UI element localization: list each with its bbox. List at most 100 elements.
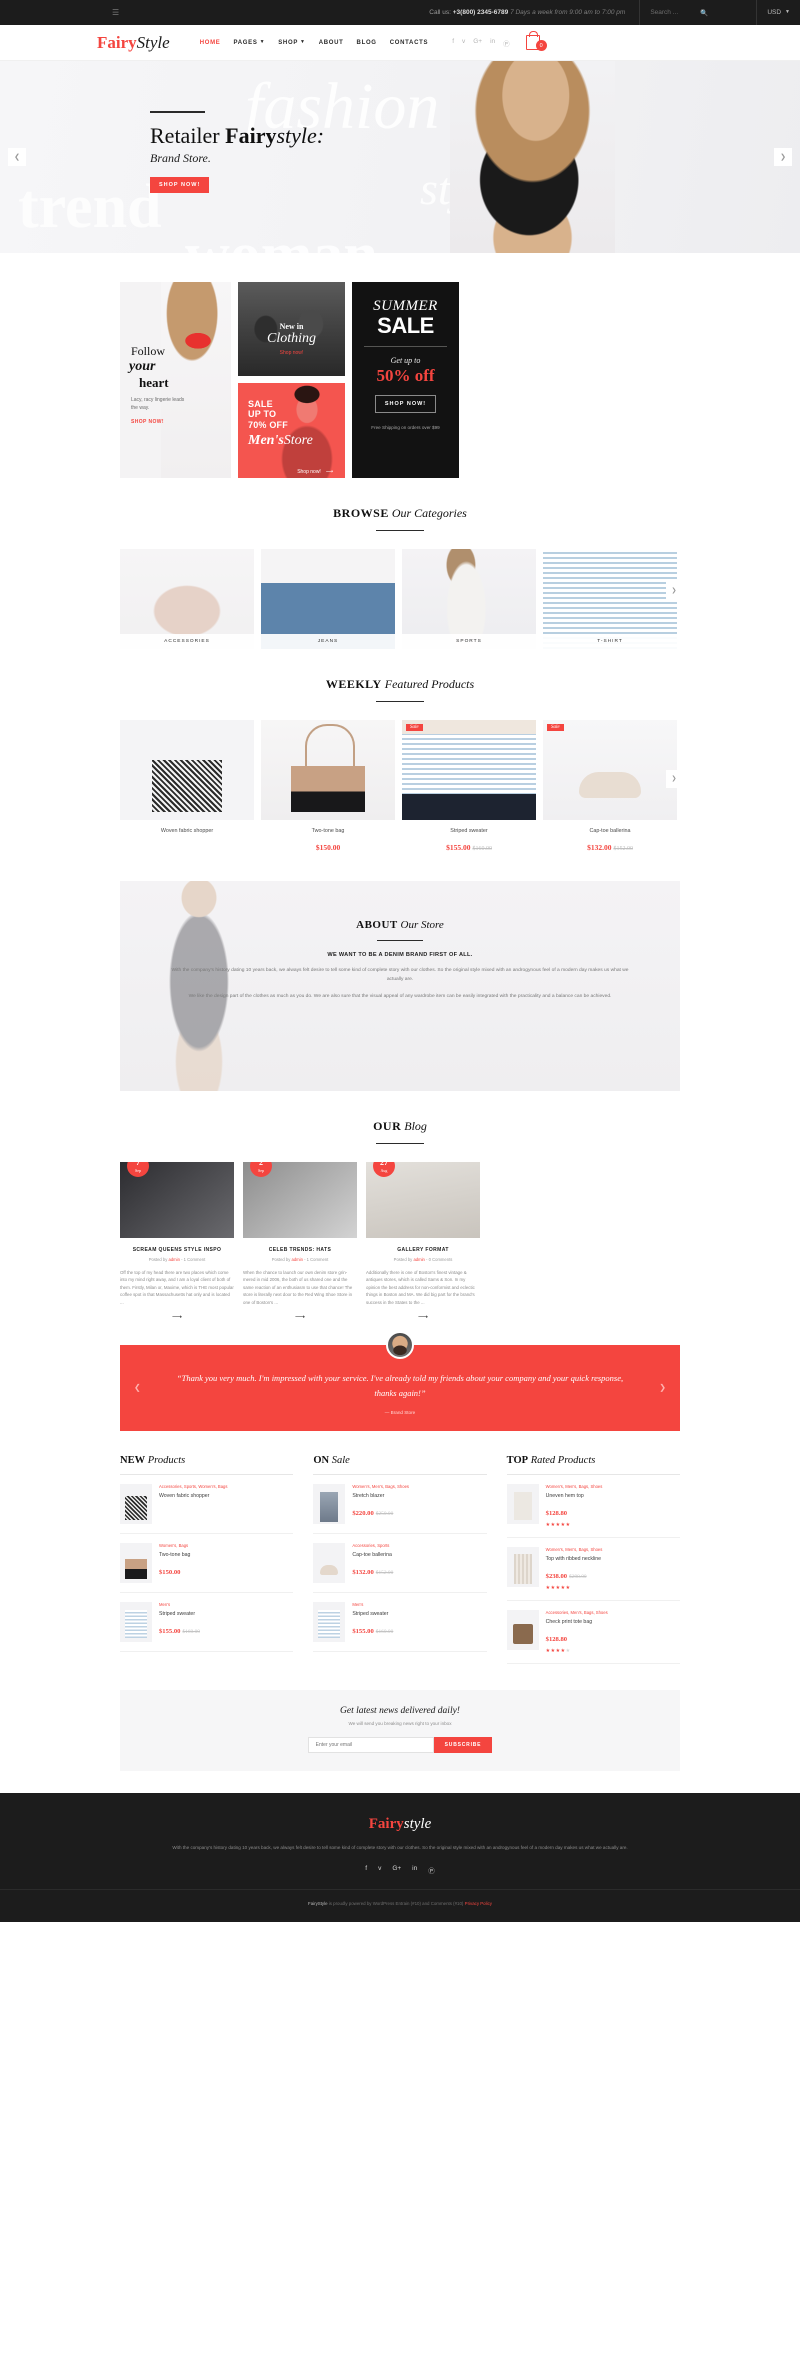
blog-post-author[interactable]: admin: [413, 1257, 424, 1262]
list-item-name[interactable]: Striped sweater: [352, 1611, 486, 1617]
promo-mens-store[interactable]: SALE UP TO 70% OFF Men'sStore Shop now! ⟶: [238, 383, 345, 478]
linkedin-icon[interactable]: in: [490, 38, 495, 48]
blog-post-author[interactable]: admin: [292, 1257, 303, 1262]
list-item-name[interactable]: Check print tote bag: [546, 1619, 680, 1625]
product-card[interactable]: Two-tone bag $150.00: [261, 720, 395, 855]
phone-number[interactable]: +3(800) 2345-6789: [453, 9, 508, 16]
google-plus-icon[interactable]: G+: [392, 1865, 401, 1875]
list-item[interactable]: Men's Striped sweater $155.00 $160.00: [313, 1593, 487, 1653]
list-item-categories[interactable]: Women's, Men's, Bags, Shoes: [546, 1484, 680, 1490]
blog-post-title[interactable]: SCREAM QUEENS STYLE INSPO: [120, 1247, 234, 1253]
menu-icon[interactable]: ☰: [112, 8, 119, 17]
twitter-icon[interactable]: ᴠ: [462, 38, 465, 48]
list-item-categories[interactable]: Men's: [352, 1602, 486, 1608]
section-divider: [377, 940, 423, 941]
list-item-categories[interactable]: Women's, Bags: [159, 1543, 293, 1549]
list-item[interactable]: Accessories, Sports, Women's, Bags Woven…: [120, 1475, 294, 1535]
category-card-jeans[interactable]: JEANS: [261, 549, 395, 649]
list-item[interactable]: Men's Striped sweater $155.00 $160.00: [120, 1593, 294, 1653]
testimonial-prev-button[interactable]: ❮: [134, 1383, 141, 1392]
blog-post-date: 27 Aug: [373, 1162, 395, 1177]
list-item-name[interactable]: Top with ribbed neckline: [546, 1556, 680, 1562]
testimonial-author: — Brand Store: [384, 1410, 416, 1416]
list-item-name[interactable]: Striped sweater: [159, 1611, 293, 1617]
newsletter-email-input[interactable]: [307, 1736, 434, 1753]
linkedin-icon[interactable]: in: [412, 1865, 417, 1875]
list-item[interactable]: Women's, Men's, Bags, Shoes Uneven hem t…: [506, 1475, 680, 1539]
list-item[interactable]: Women's, Men's, Bags, Shoes Stretch blaz…: [313, 1475, 487, 1535]
nav-item-contacts[interactable]: CONTACTS: [390, 40, 429, 46]
product-card[interactable]: Sale Cap-toe ballerina $132.00 $152.00: [543, 720, 677, 855]
promo-new-in-cta[interactable]: Shop now!: [238, 350, 345, 356]
google-plus-icon[interactable]: G+: [473, 38, 482, 48]
testimonial-next-button[interactable]: ❯: [659, 1383, 666, 1392]
category-card-accessories[interactable]: ACCESSORIES: [120, 549, 254, 649]
promo-lingerie-cta[interactable]: SHOP NOW!: [131, 419, 191, 425]
list-item[interactable]: Accessories, Men's, Bags, Shoes Check pr…: [506, 1601, 680, 1664]
list-item-name[interactable]: Uneven hem top: [546, 1493, 680, 1499]
nav-item-blog[interactable]: BLOG: [357, 40, 377, 46]
search-box[interactable]: Search ... 🔍: [639, 0, 758, 25]
list-item-categories[interactable]: Accessories, Sports, Women's, Bags: [159, 1484, 293, 1490]
category-card-tshirt[interactable]: T-SHIRT: [543, 549, 677, 649]
blog-post-meta: Posted by admin - 0 Comments: [393, 1257, 453, 1262]
hero-next-button[interactable]: ❯: [774, 148, 792, 166]
footer-logo[interactable]: Fairystyle: [0, 1815, 800, 1833]
list-item-name[interactable]: Two-tone bag: [159, 1552, 293, 1558]
blog-post-card[interactable]: 2 Sep CELEB TRENDS: HATS Posted by admin …: [243, 1162, 357, 1321]
pinterest-icon[interactable]: Ⓟ: [428, 1865, 435, 1875]
site-logo[interactable]: FairyStyle: [97, 34, 170, 51]
pinterest-icon[interactable]: Ⓟ: [503, 38, 510, 48]
blog-post-card[interactable]: 7 Sep SCREAM QUEENS STYLE INSPO Posted by…: [120, 1162, 234, 1321]
list-item-categories[interactable]: Accessories, Men's, Bags, Shoes: [546, 1610, 680, 1616]
nav-item-shop[interactable]: SHOP ▼: [278, 39, 305, 46]
promo-new-in-clothing[interactable]: New in Clothing Shop now!: [238, 282, 345, 376]
promo-mens-cta[interactable]: Shop now! ⟶: [297, 469, 333, 475]
blog-post-read-more[interactable]: ⟶: [243, 1313, 357, 1321]
promo-summer-line2: SALE: [377, 313, 434, 338]
list-item-categories[interactable]: Women's, Men's, Bags, Shoes: [546, 1547, 680, 1553]
nav-item-about[interactable]: ABOUT: [319, 40, 344, 46]
footer-description: With the company's history dating 10 yea…: [172, 1844, 628, 1850]
hero-shop-now-button[interactable]: SHOP NOW!: [150, 176, 210, 193]
nav-item-pages[interactable]: PAGES ▼: [234, 39, 266, 46]
list-item-name[interactable]: Woven fabric shopper: [159, 1493, 293, 1499]
list-item-thumbnail: [120, 1543, 152, 1584]
search-icon[interactable]: 🔍: [700, 9, 708, 17]
search-input[interactable]: Search ...: [650, 9, 678, 16]
list-item-name[interactable]: Cap-toe ballerina: [352, 1552, 486, 1558]
categories-next-button[interactable]: ❯: [666, 581, 682, 599]
category-card-sports[interactable]: SPORTS: [402, 549, 536, 649]
list-item[interactable]: Women's, Bags Two-tone bag $150.00: [120, 1534, 294, 1594]
product-price: $132.00 $152.00: [587, 843, 633, 852]
blog-post-card[interactable]: 27 Aug GALLERY FORMAT Posted by admin - 0…: [366, 1162, 480, 1321]
list-item[interactable]: Women's, Men's, Bags, Shoes Top with rib…: [506, 1538, 680, 1601]
promo-summer-shop-button[interactable]: SHOP NOW!: [374, 395, 437, 413]
promo-summer-sale[interactable]: SUMMER SALE Get up to 50% off SHOP NOW! …: [352, 282, 459, 478]
facebook-icon[interactable]: f: [452, 38, 454, 48]
blog-post-title[interactable]: GALLERY FORMAT: [366, 1247, 480, 1253]
blog-post-author[interactable]: admin: [169, 1257, 180, 1262]
newsletter-subscribe-button[interactable]: SUBSCRIBE: [433, 1736, 493, 1753]
product-card[interactable]: Sale Striped sweater $155.00 $160.00: [402, 720, 536, 855]
hero-prev-button[interactable]: ❮: [8, 148, 26, 166]
currency-selector[interactable]: USD ▼: [757, 9, 800, 17]
list-item[interactable]: Accessories, Sports Cap-toe ballerina $1…: [313, 1534, 487, 1594]
list-item-name[interactable]: Stretch blazer: [352, 1493, 486, 1499]
twitter-icon[interactable]: ᴠ: [378, 1865, 381, 1875]
products-next-button[interactable]: ❯: [666, 769, 682, 788]
nav-item-home[interactable]: HOME: [200, 40, 221, 46]
facebook-icon[interactable]: f: [365, 1865, 367, 1875]
categories-heading: BROWSE Our Categories: [120, 478, 680, 531]
privacy-policy-link[interactable]: Privacy Policy: [465, 1901, 492, 1906]
blog-post-read-more[interactable]: ⟶: [366, 1313, 480, 1321]
blog-post-title[interactable]: CELEB TRENDS: HATS: [243, 1247, 357, 1253]
list-item-categories[interactable]: Accessories, Sports: [352, 1543, 486, 1549]
list-item-categories[interactable]: Women's, Men's, Bags, Shoes: [352, 1484, 486, 1490]
cart-button[interactable]: 0: [525, 31, 547, 51]
list-item-categories[interactable]: Men's: [159, 1602, 293, 1608]
product-card[interactable]: Woven fabric shopper: [120, 720, 254, 855]
product-name: Cap-toe ballerina: [589, 828, 631, 834]
promo-lingerie[interactable]: Follow your heart Lacy, racy lingerie le…: [120, 282, 231, 478]
blog-post-read-more[interactable]: ⟶: [120, 1313, 234, 1321]
